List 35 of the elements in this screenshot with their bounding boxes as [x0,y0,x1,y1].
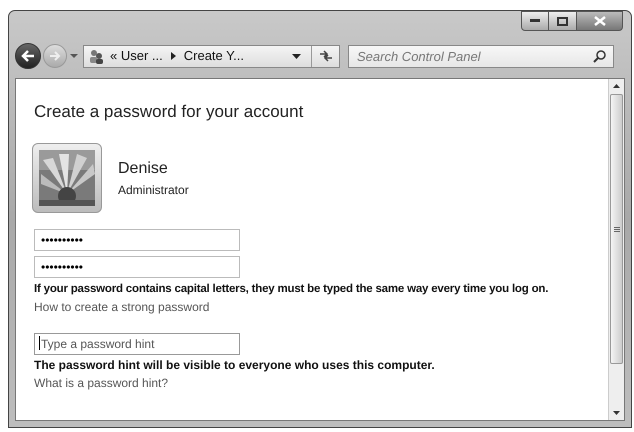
hint-visibility-note: The password hint will be visible to everyone who uses this computer. [34,356,436,374]
users-icon [88,48,104,64]
maximize-button[interactable] [549,11,576,31]
breadcrumb-item[interactable]: Create Y... [184,46,244,66]
back-button[interactable] [15,43,41,69]
grip-icon [614,226,620,232]
close-button[interactable] [576,11,623,31]
scroll-down-icon[interactable] [613,411,620,415]
search-icon [593,50,606,62]
scrollbar-thumb[interactable] [610,94,623,364]
close-icon [594,16,606,26]
address-dropdown-icon[interactable] [292,54,301,58]
hint-field[interactable]: Type a password hint [34,332,240,355]
breadcrumb-item[interactable]: « User ... [110,46,163,66]
minimize-button[interactable] [521,11,549,31]
page-heading: Create a password for your account [34,101,304,123]
address-bar[interactable]: « User ... Create Y... [83,44,340,68]
refresh-icon [318,49,334,63]
user-name: Denise [118,158,169,178]
account-type: Administrator [118,182,189,198]
forward-arrow-icon [49,51,61,61]
capital-letters-note: If your password contains capital letters, they must be typed the same way every time you log on. [34,282,550,296]
breadcrumb-separator-icon [170,52,176,60]
text-cursor [39,336,40,350]
strong-password-link[interactable]: How to create a strong password [34,298,210,316]
vertical-scrollbar[interactable] [608,79,624,420]
password-hint-link[interactable]: What is a password hint? [34,374,168,392]
scroll-up-icon[interactable] [613,84,620,88]
password-field[interactable]: •••••••••• [34,256,240,278]
maximize-icon [557,16,568,26]
password-field[interactable]: •••••••••• [34,228,240,250]
search-field[interactable]: Search Control Panel [348,44,614,68]
back-arrow-icon [21,50,35,62]
minimize-icon [530,19,540,23]
history-dropdown-icon[interactable] [69,53,79,59]
